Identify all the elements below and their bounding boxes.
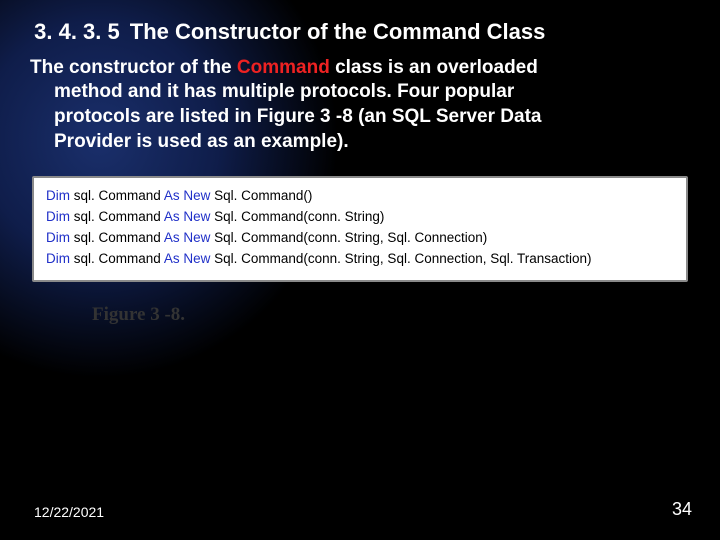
code-expr-3: Sql. Command(conn. String, Sql. Connecti… [214, 230, 487, 245]
kw-asnew: As New [164, 230, 211, 245]
code-line-2: Dim sql. Command As New Sql. Command(con… [46, 207, 674, 228]
para-line3: protocols are listed in Figure 3 -8 (an … [30, 105, 692, 130]
code-line-4: Dim sql. Command As New Sql. Command(con… [46, 249, 674, 270]
code-expr-4: Sql. Command(conn. String, Sql. Connecti… [214, 251, 591, 266]
para-prefix: The constructor of the [30, 57, 237, 78]
footer-date: 12/22/2021 [34, 504, 104, 520]
code-expr-2: Sql. Command(conn. String) [214, 209, 384, 224]
slide-content: 3. 4. 3. 5 The Constructor of the Command… [0, 0, 720, 326]
kw-asnew: As New [164, 209, 211, 224]
body-paragraph: The constructor of the Command class is … [28, 56, 692, 155]
figure-caption: Figure 3 -8. [92, 304, 692, 326]
section-heading: 3. 4. 3. 5 The Constructor of the Command… [28, 18, 692, 46]
para-line2: method and it has multiple protocols. Fo… [30, 80, 692, 105]
kw-dim: Dim [46, 188, 70, 203]
kw-dim: Dim [46, 230, 70, 245]
para-line4: Provider is used as an example). [30, 130, 692, 155]
footer-page-number: 34 [672, 499, 692, 520]
section-number: 3. 4. 3. 5 [34, 19, 120, 44]
para-rest1: class is an overloaded [330, 57, 538, 78]
kw-dim: Dim [46, 209, 70, 224]
code-var: sql. Command [74, 209, 161, 224]
command-keyword: Command [237, 57, 330, 78]
kw-asnew: As New [164, 188, 211, 203]
code-figure-box: Dim sql. Command As New Sql. Command() D… [32, 176, 688, 282]
kw-dim: Dim [46, 251, 70, 266]
kw-asnew: As New [164, 251, 211, 266]
code-var: sql. Command [74, 251, 161, 266]
code-line-1: Dim sql. Command As New Sql. Command() [46, 186, 674, 207]
code-line-3: Dim sql. Command As New Sql. Command(con… [46, 228, 674, 249]
code-var: sql. Command [74, 230, 161, 245]
code-var: sql. Command [74, 188, 161, 203]
section-title: The Constructor of the Command Class [130, 19, 546, 44]
code-expr-1: Sql. Command() [214, 188, 312, 203]
